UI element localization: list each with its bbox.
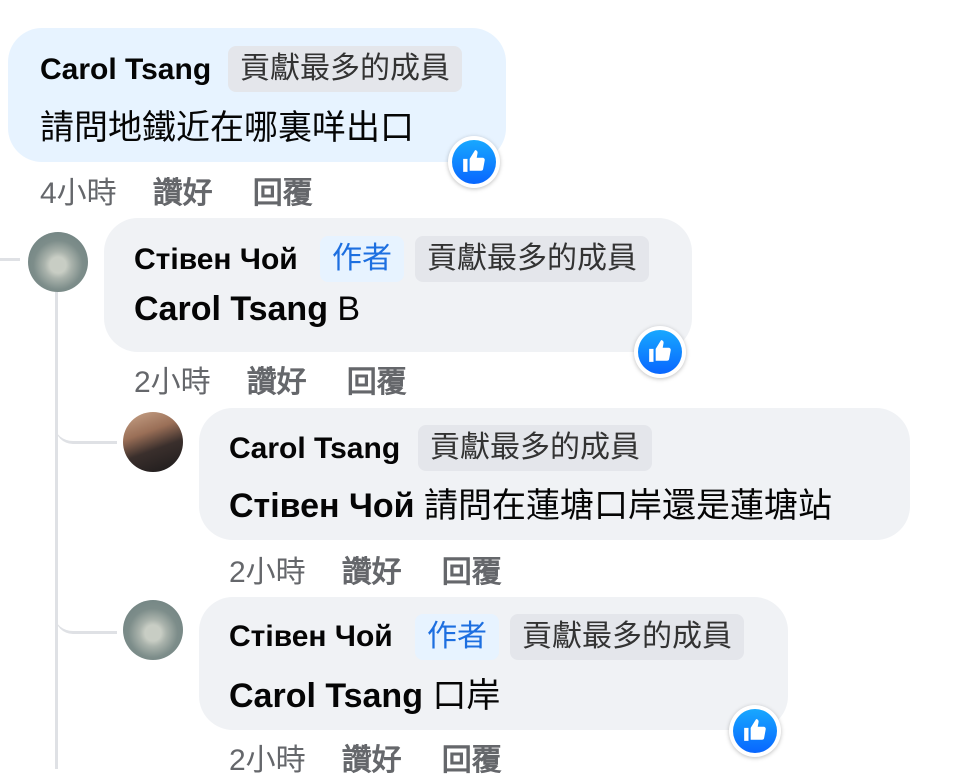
reply-button[interactable]: 回覆 [253, 177, 313, 210]
thumbs-up-icon [463, 150, 485, 172]
mention-link[interactable]: Carol Tsang [134, 290, 328, 328]
comment-author[interactable]: Carol Tsang [229, 432, 400, 466]
avatar[interactable] [28, 232, 88, 292]
comment-time[interactable]: 2小時 [229, 556, 306, 589]
comment-author[interactable]: Стівен Чой [134, 243, 298, 277]
mention-link[interactable]: Carol Tsang [229, 677, 423, 715]
comment-time[interactable]: 4小時 [40, 177, 117, 210]
top-contributor-badge: 貢獻最多的成員 [415, 236, 649, 282]
comment-text: Carol Tsang 口岸 [229, 668, 500, 717]
like-button[interactable]: 讚好 [342, 744, 402, 777]
comment-meta: 2小時 讚好 回覆 [229, 547, 542, 591]
like-button[interactable]: 讚好 [342, 556, 402, 589]
mention-link[interactable]: Стівен Чой [229, 487, 415, 525]
comment-body: 口岸 [422, 677, 501, 715]
comment-text: Стівен Чой 請問在蓮塘口岸還是蓮塘站 [229, 478, 832, 527]
top-contributor-badge: 貢獻最多的成員 [418, 425, 652, 471]
like-reaction-badge[interactable] [448, 136, 500, 188]
thread-connector [55, 400, 117, 444]
comment-meta: 4小時 讚好 回覆 [40, 168, 353, 212]
comment-meta: 2小時 讚好 回覆 [134, 357, 447, 401]
reply-button[interactable]: 回覆 [442, 744, 502, 777]
comment-meta: 2小時 讚好 回覆 [229, 735, 542, 779]
thumbs-up-icon [649, 340, 671, 362]
like-button[interactable]: 讚好 [153, 177, 213, 210]
top-contributor-badge: 貢獻最多的成員 [510, 614, 744, 660]
reply-button[interactable]: 回覆 [347, 366, 407, 399]
like-reaction-badge[interactable] [729, 705, 781, 757]
thumbs-up-icon [744, 719, 766, 741]
avatar[interactable] [123, 412, 183, 472]
thread-connector [55, 590, 117, 634]
like-reaction-badge[interactable] [634, 326, 686, 378]
thread-line-main [0, 258, 20, 261]
avatar[interactable] [123, 600, 183, 660]
comment-text: 請問地鐵近在哪裏咩出口 [40, 109, 414, 147]
author-badge: 作者 [320, 236, 404, 282]
comment-text: Carol Tsang B [134, 290, 360, 329]
comment-body: B [327, 290, 361, 328]
comment-time[interactable]: 2小時 [229, 744, 306, 777]
author-badge: 作者 [415, 614, 499, 660]
thread-line-vertical [55, 292, 58, 769]
reply-button[interactable]: 回覆 [442, 556, 502, 589]
comment-author[interactable]: Carol Tsang [40, 53, 211, 87]
top-contributor-badge: 貢獻最多的成員 [228, 46, 462, 92]
comment-author[interactable]: Стівен Чой [229, 620, 393, 654]
comment-time[interactable]: 2小時 [134, 366, 211, 399]
like-button[interactable]: 讚好 [247, 366, 307, 399]
comment-body: 請問在蓮塘口岸還是蓮塘站 [414, 487, 833, 525]
